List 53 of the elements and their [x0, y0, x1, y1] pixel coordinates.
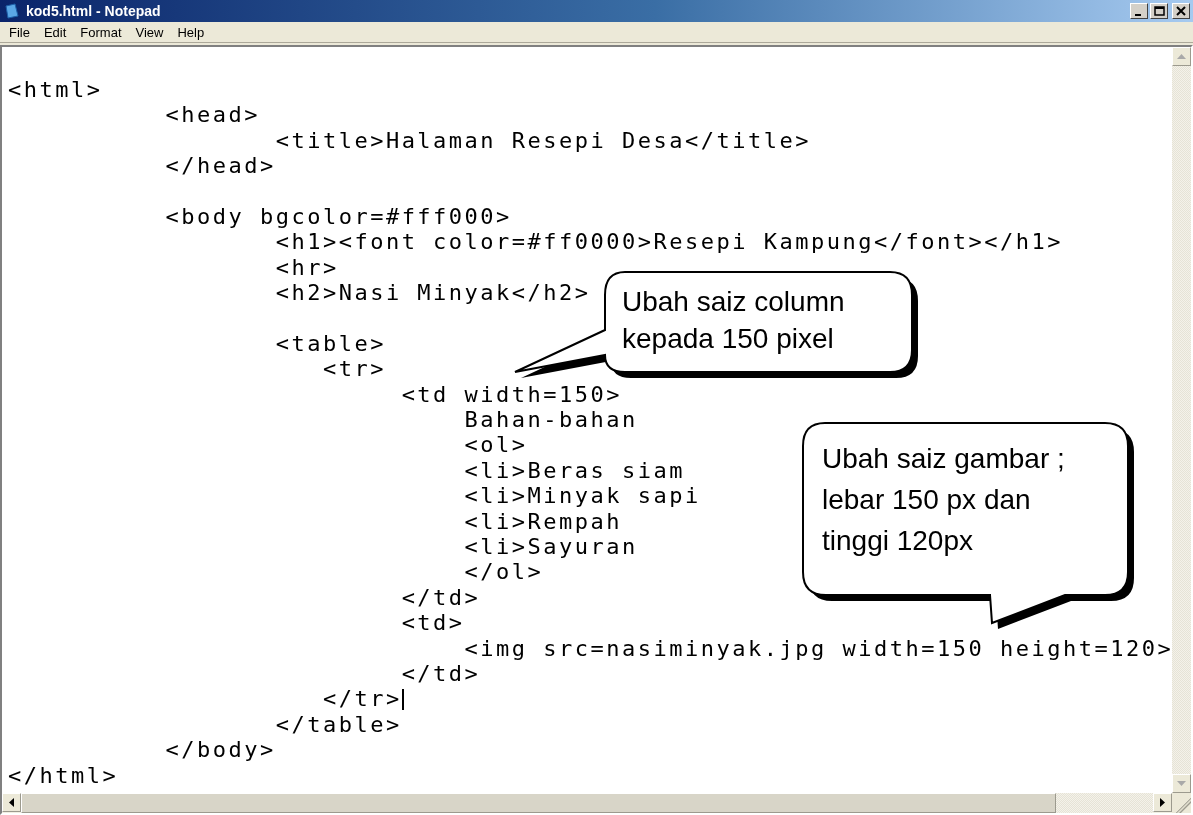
menu-item[interactable]: Help [170, 24, 212, 40]
code-line: <td> [400, 610, 465, 636]
code-line: <h1><font color=#ff0000>Resepi Kampung</font></h1> [274, 229, 1063, 255]
callout-text: kepada 150 pixel [622, 323, 834, 354]
code-line: <img src=nasiminyak.jpg width=150 height=120> [463, 635, 1172, 661]
right-triangle-icon [1160, 798, 1165, 807]
menu-item[interactable]: Edit [36, 24, 74, 40]
code-line: <td width=150> [400, 381, 623, 408]
code-line: </body> [164, 737, 276, 763]
maximize-button[interactable] [1150, 3, 1168, 19]
code-line: </ol> [463, 559, 544, 585]
code-line: <li>Sayuran [463, 534, 638, 560]
callout-text: tinggi 120px [822, 525, 973, 556]
resize-grip-icon[interactable] [1172, 793, 1191, 813]
minimize-button[interactable] [1130, 3, 1148, 19]
left-triangle-icon [9, 798, 14, 807]
code-line: <hr> [274, 254, 339, 281]
code-line: </table> [274, 711, 402, 738]
scroll-left-button[interactable] [2, 793, 21, 812]
code-line: <title>Halaman Resepi Desa</title> [274, 127, 811, 154]
code-line: </head> [164, 153, 276, 179]
scroll-up-button[interactable] [1172, 47, 1191, 66]
code-line: </td> [400, 661, 481, 687]
code-line: <table> [274, 330, 386, 357]
down-triangle-icon [1177, 781, 1186, 786]
code-line: </html> [8, 762, 119, 788]
callout-text: lebar 150 px dan [822, 484, 1031, 515]
code-line: <html> [8, 77, 103, 103]
maximize-icon [1153, 6, 1165, 16]
close-icon [1176, 6, 1186, 16]
window-title: kod5.html - Notepad [26, 3, 161, 19]
code-line: <body bgcolor=#fff000> [164, 203, 512, 230]
code-line: </td> [400, 584, 481, 611]
code-line: </tr> [321, 686, 402, 712]
callout-text: Ubah saiz column [622, 286, 845, 317]
up-triangle-icon [1177, 54, 1186, 59]
menu-item[interactable]: View [128, 24, 171, 40]
menu-item[interactable]: Format [73, 24, 129, 40]
code-line: Bahan-bahan [463, 407, 638, 433]
scroll-right-button[interactable] [1153, 793, 1172, 812]
code-line: <li>Beras siam [463, 457, 686, 484]
callout-text: Ubah saiz gambar ; [822, 443, 1065, 474]
code-line: <h2>Nasi Minyak</h2> [274, 280, 591, 306]
text-editor[interactable] [0, 45, 1193, 815]
menu-item[interactable]: File [2, 24, 37, 40]
code-line: <li>Rempah [463, 508, 623, 535]
code-line: <li>Minyak sapi [463, 483, 701, 509]
minimize-icon [1134, 13, 1141, 16]
close-button[interactable] [1172, 3, 1190, 19]
code-line: <head> [164, 102, 260, 128]
code-line: <tr> [321, 356, 386, 382]
code-line: <ol> [463, 432, 528, 458]
notepad-icon [4, 3, 20, 19]
